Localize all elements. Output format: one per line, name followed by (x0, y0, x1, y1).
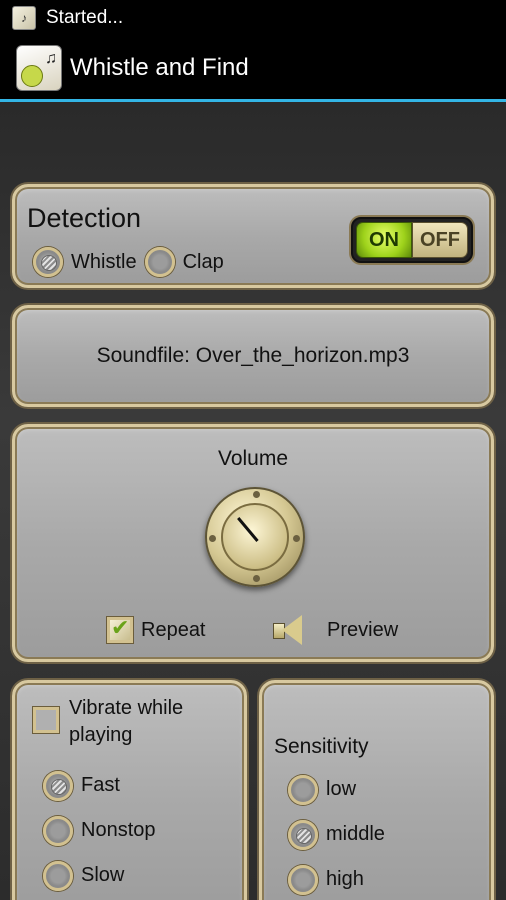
knob-screw (253, 575, 260, 582)
vibrate-slow-label[interactable]: Slow (81, 864, 124, 887)
music-note-icon: ♫ (45, 49, 57, 67)
vibrate-nonstop-label[interactable]: Nonstop (81, 819, 156, 842)
detection-title: Detection (27, 203, 142, 233)
status-bar: ♪ Started... (0, 0, 506, 36)
sensitivity-middle-label[interactable]: middle (326, 823, 385, 846)
repeat-checkbox[interactable] (107, 616, 133, 643)
clap-radio[interactable] (144, 247, 175, 277)
vibrate-fast-radio[interactable] (43, 770, 73, 801)
volume-knob[interactable] (205, 487, 305, 587)
sensitivity-middle-radio[interactable] (288, 819, 318, 850)
sensitivity-high-radio[interactable] (288, 864, 318, 895)
smiley-face-icon (21, 64, 43, 87)
preview-label[interactable]: Preview (327, 619, 398, 642)
soundfile-label[interactable]: Soundfile: Over_the_horizon.mp3 (15, 344, 491, 368)
repeat-label[interactable]: Repeat (141, 619, 206, 642)
action-bar: ♫ Whistle and Find (0, 36, 506, 102)
whistle-radio[interactable] (33, 247, 63, 277)
knob-pointer (237, 517, 259, 542)
vibrate-nonstop-radio[interactable] (43, 815, 73, 846)
app-notification-icon: ♪ (12, 6, 36, 30)
sensitivity-panel: Sensitivity low middle high (259, 680, 494, 900)
soundfile-panel[interactable]: Soundfile: Over_the_horizon.mp3 (12, 305, 494, 407)
whistle-label[interactable]: Whistle (71, 251, 137, 274)
toggle-off-button[interactable]: OFF (412, 222, 468, 258)
vibrate-label[interactable]: Vibrate while playing (69, 695, 219, 749)
status-notification-text: Started... (46, 7, 124, 28)
main-content: Detection Whistle Clap ON OFF Soundfile:… (0, 102, 506, 900)
knob-face (221, 503, 289, 571)
volume-title: Volume (217, 447, 289, 470)
app-logo-icon[interactable]: ♫ (16, 44, 62, 91)
vibrate-fast-label[interactable]: Fast (81, 774, 120, 797)
detection-toggle[interactable]: ON OFF (351, 217, 473, 263)
vibrate-slow-radio[interactable] (43, 860, 73, 891)
app-title: Whistle and Find (70, 53, 249, 81)
knob-screw (209, 535, 216, 542)
vibrate-panel: Vibrate while playing Fast Nonstop Slow (12, 680, 247, 900)
vibrate-checkbox[interactable] (33, 707, 59, 733)
volume-panel: Volume Repeat Preview (12, 424, 494, 662)
knob-screw (293, 535, 300, 542)
sensitivity-high-label[interactable]: high (326, 868, 364, 891)
toggle-on-button[interactable]: ON (356, 222, 412, 258)
clap-label[interactable]: Clap (183, 251, 224, 274)
sensitivity-low-radio[interactable] (288, 774, 318, 805)
sensitivity-low-label[interactable]: low (326, 778, 356, 801)
speaker-icon[interactable] (271, 613, 305, 647)
sensitivity-title: Sensitivity (274, 735, 369, 758)
detection-panel: Detection Whistle Clap ON OFF (12, 184, 494, 288)
knob-screw (253, 491, 260, 498)
